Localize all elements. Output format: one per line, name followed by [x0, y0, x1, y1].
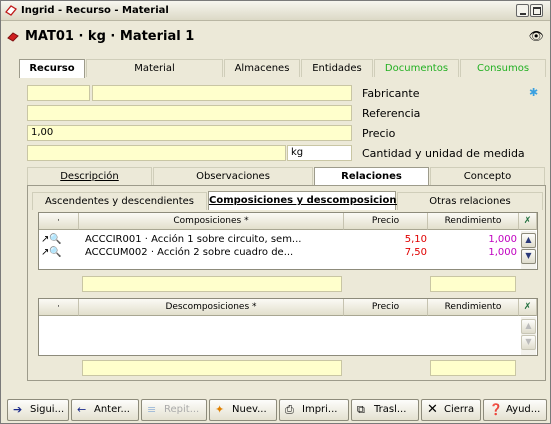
- scroll-down-button[interactable]: ▼: [521, 335, 536, 350]
- print-button[interactable]: ⎙ Impri...: [279, 399, 349, 421]
- scroll-up-button[interactable]: ▲: [521, 319, 536, 334]
- col-header-precio[interactable]: Precio: [344, 299, 428, 316]
- scroll-down-button[interactable]: ▼: [521, 249, 536, 264]
- close-icon: ✕: [427, 402, 438, 417]
- tab-observaciones[interactable]: Observaciones: [153, 167, 313, 185]
- composicion-precio: 7,50: [404, 247, 427, 258]
- unidad-field[interactable]: kg: [287, 145, 352, 161]
- button-bar: ➔ Sigui... ← Anter... ≡ Repit... ✦ Nuev.…: [7, 399, 547, 423]
- name-field[interactable]: [92, 85, 352, 101]
- composicion-rendimiento: 1,000: [488, 234, 517, 245]
- col-header-composiciones[interactable]: Composiciones *: [79, 213, 344, 230]
- record-title: MAT01 · kg · Material 1: [25, 29, 195, 44]
- code-field[interactable]: [27, 85, 90, 101]
- tab-recurso[interactable]: Recurso: [19, 59, 85, 78]
- excel-icon[interactable]: ✗: [519, 299, 537, 316]
- previous-button[interactable]: ← Anter...: [71, 399, 139, 421]
- tab-consumos[interactable]: Consumos: [460, 59, 546, 77]
- scroll-up-button[interactable]: ▲: [521, 233, 536, 248]
- transfer-icon: ⧉: [357, 403, 365, 416]
- record-header: MAT01 · kg · Material 1 👁: [1, 21, 550, 51]
- tab-material[interactable]: Material: [86, 59, 223, 77]
- fabricante-label: Fabricante: [362, 87, 420, 100]
- eraser-icon: [5, 5, 17, 16]
- descomposiciones-total-field: [82, 360, 342, 376]
- new-icon: ✦: [215, 403, 225, 416]
- tab-documentos[interactable]: Documentos: [374, 59, 459, 77]
- col-header-dot[interactable]: ·: [39, 299, 79, 316]
- tab-almacenes[interactable]: Almacenes: [224, 59, 300, 77]
- composiciones-grid: · Composiciones * Precio Rendimiento ✗ ↗…: [38, 212, 538, 270]
- rendimiento-total-field: [430, 276, 516, 292]
- precio-label: Precio: [362, 127, 396, 140]
- referencia-label: Referencia: [362, 107, 421, 120]
- next-button[interactable]: ➔ Sigui...: [7, 399, 69, 421]
- col-header-precio[interactable]: Precio: [344, 213, 428, 230]
- composicion-name: ACCCUM002 · Acción 2 sobre cuadro de...: [85, 247, 294, 258]
- sub-tabs: Descripción Observaciones Relaciones Con…: [27, 167, 546, 186]
- snowflake-icon[interactable]: ✱: [529, 86, 538, 99]
- col-header-rendimiento[interactable]: Rendimiento: [428, 213, 519, 230]
- resource-link-icon: ↗🔍: [41, 234, 62, 245]
- composicion-rendimiento: 1,000: [488, 247, 517, 258]
- descomposiciones-grid: · Descomposiciones * Precio Rendimiento …: [38, 298, 538, 356]
- table-row[interactable]: ↗🔍 ACCCUM002 · Acción 2 sobre cuadro de.…: [41, 246, 517, 259]
- eraser-icon: [7, 32, 19, 42]
- window: Ingrid - Recurso - Material MAT01 · kg ·…: [0, 0, 551, 424]
- printer-icon: ⎙: [285, 403, 294, 416]
- repeat-button[interactable]: ≡ Repit...: [141, 399, 207, 421]
- help-icon: ❓: [489, 403, 503, 416]
- col-header-rendimiento[interactable]: Rendimiento: [428, 299, 519, 316]
- composicion-name: ACCCIR001 · Acción 1 sobre circuito, sem…: [85, 234, 302, 245]
- cantidad-label: Cantidad y unidad de medida: [362, 147, 525, 160]
- window-title: Ingrid - Recurso - Material: [21, 5, 169, 16]
- resource-link-icon: ↗🔍: [41, 247, 62, 258]
- excel-icon[interactable]: ✗: [519, 213, 537, 230]
- relaciones-panel: Ascendentes y descendientes Composicione…: [27, 185, 546, 381]
- title-bar: Ingrid - Recurso - Material: [1, 1, 550, 21]
- new-button[interactable]: ✦ Nuev...: [209, 399, 277, 421]
- tab-composiciones[interactable]: Composiciones y descomposiciones: [208, 191, 409, 210]
- col-header-descomposiciones[interactable]: Descomposiciones *: [79, 299, 344, 316]
- tab-ascendentes[interactable]: Ascendentes y descendientes: [32, 192, 207, 210]
- arrow-right-icon: ➔: [13, 403, 23, 416]
- tab-otras-relaciones[interactable]: Otras relaciones: [397, 192, 543, 210]
- tab-relaciones[interactable]: Relaciones: [314, 167, 429, 186]
- repeat-icon: ≡: [147, 403, 157, 416]
- tab-descripcion[interactable]: Descripción: [27, 167, 152, 185]
- cantidad-field[interactable]: [27, 145, 286, 161]
- main-tabs: Recurso Material Almacenes Entidades Doc…: [19, 59, 546, 78]
- transfer-button[interactable]: ⧉ Trasl...: [351, 399, 419, 421]
- composiciones-scrollbar[interactable]: ▲ ▼: [521, 231, 536, 269]
- help-button[interactable]: ❓ Ayud...: [483, 399, 547, 421]
- binoculars-icon[interactable]: 👁: [529, 29, 544, 43]
- composicion-precio: 5,10: [404, 234, 427, 245]
- descomposiciones-rendimiento-field: [430, 360, 516, 376]
- col-header-dot[interactable]: ·: [39, 213, 79, 230]
- minimize-button[interactable]: [516, 4, 529, 17]
- descomposiciones-scrollbar[interactable]: ▲ ▼: [521, 317, 536, 355]
- maximize-button[interactable]: [530, 4, 543, 17]
- referencia-field[interactable]: [27, 105, 352, 121]
- precio-field[interactable]: 1,00: [27, 125, 352, 141]
- close-button[interactable]: ✕ Cierra: [421, 399, 481, 421]
- table-row[interactable]: ↗🔍 ACCCIR001 · Acción 1 sobre circuito, …: [41, 233, 517, 246]
- composiciones-total-field: [82, 276, 342, 292]
- tab-concepto[interactable]: Concepto: [430, 167, 545, 185]
- arrow-left-icon: ←: [77, 403, 87, 416]
- tab-entidades[interactable]: Entidades: [301, 59, 373, 77]
